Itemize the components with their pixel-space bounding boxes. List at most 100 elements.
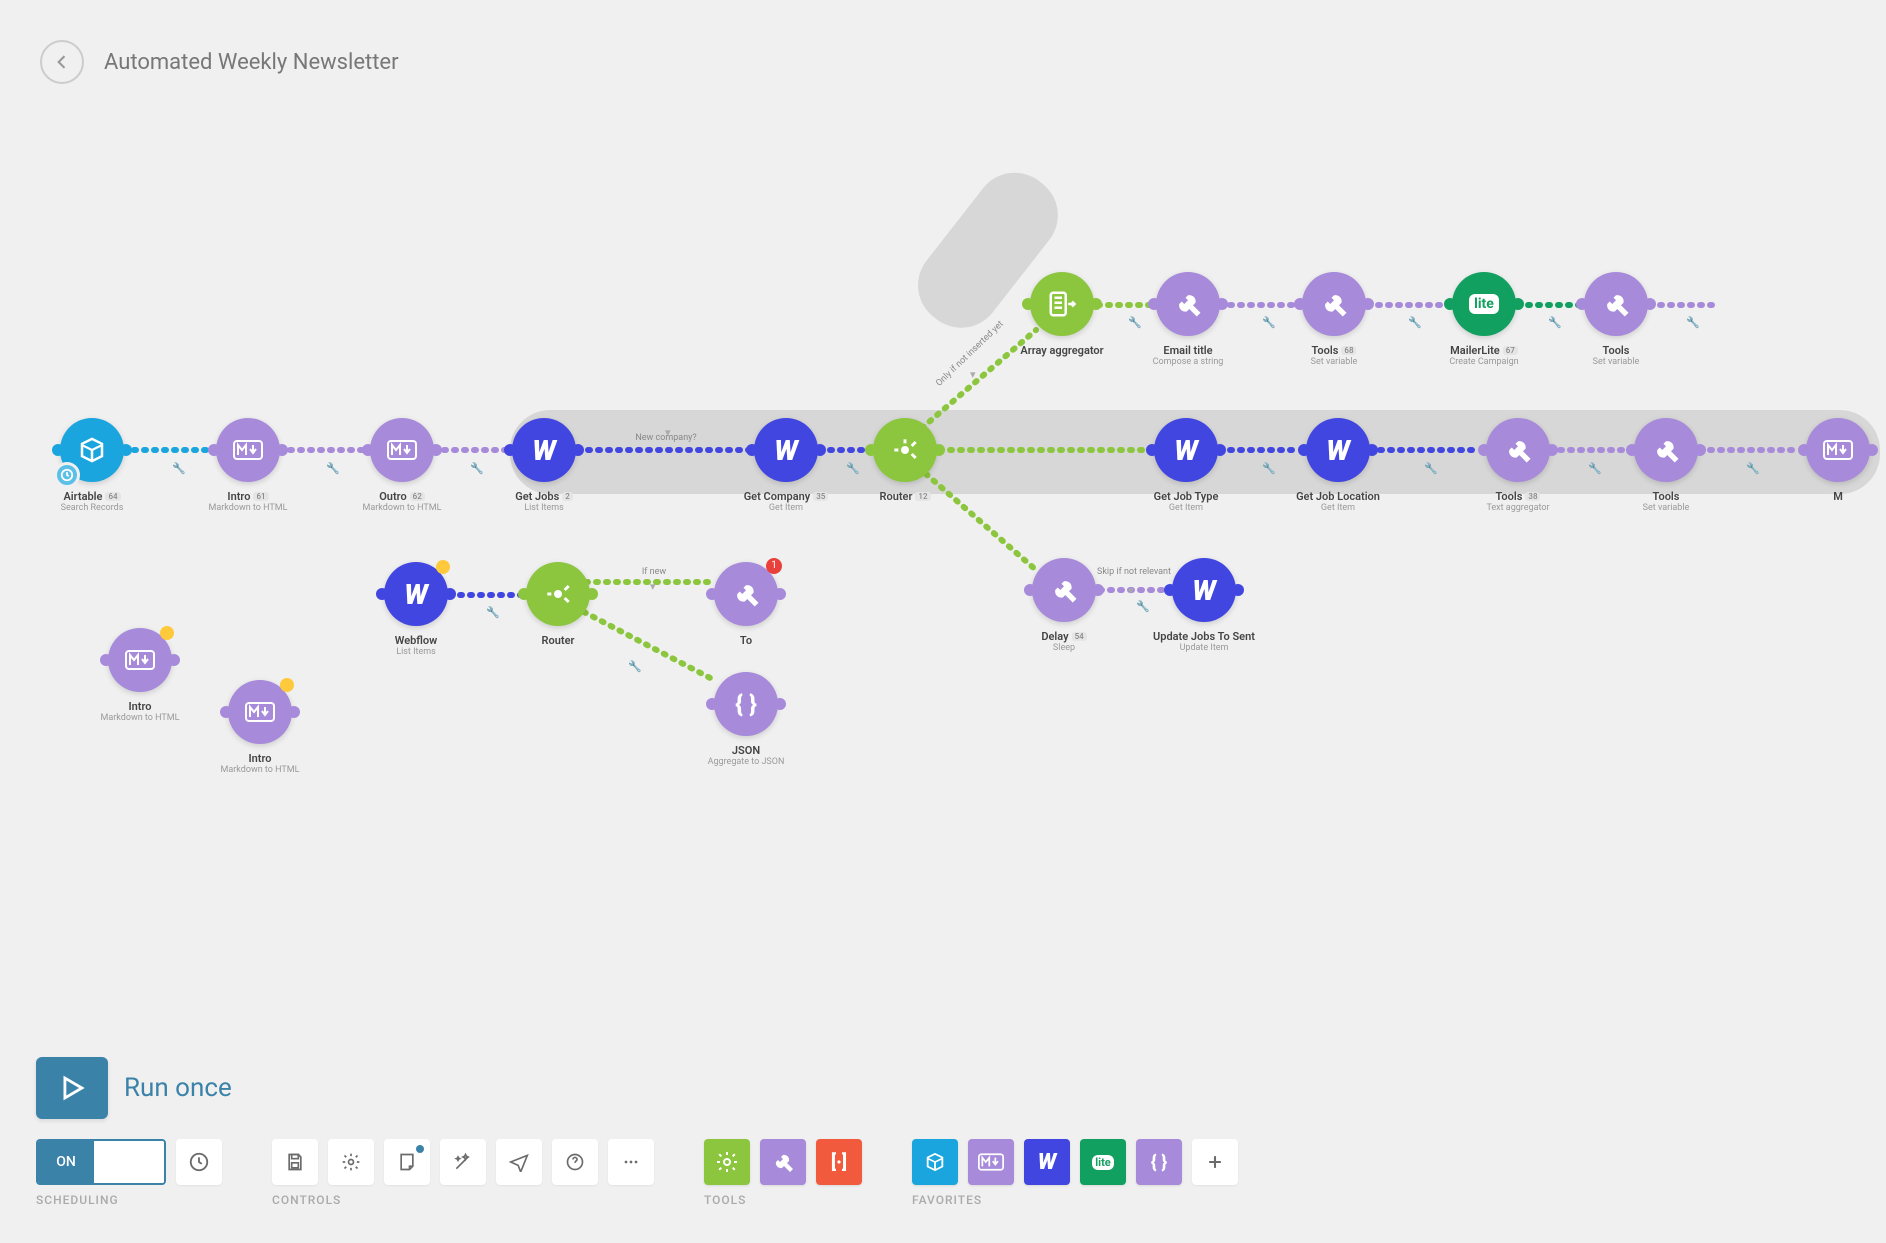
node-badge: 62: [410, 492, 425, 501]
node-sublabel: Set variable: [1643, 503, 1690, 513]
node-label: JSON: [732, 744, 760, 757]
tool-tools[interactable]: [760, 1139, 806, 1185]
node-tools-t2[interactable]: [1584, 272, 1648, 336]
add-favorite-button[interactable]: [1192, 1139, 1238, 1185]
run-once-label: Run once: [124, 1073, 232, 1103]
node-webflow-lower[interactable]: W: [384, 562, 448, 626]
favorite-markdown[interactable]: [968, 1139, 1014, 1185]
markdown-icon: [245, 702, 275, 722]
error-badge: 1: [766, 558, 782, 574]
cube-icon: [77, 435, 107, 465]
node-sublabel: List Items: [396, 647, 436, 657]
node-get-company[interactable]: W: [754, 418, 818, 482]
node-get-job-location[interactable]: W: [1306, 418, 1370, 482]
save-button[interactable]: [272, 1139, 318, 1185]
node-label: Array aggregator: [1020, 344, 1103, 357]
webflow-icon: W: [404, 578, 428, 611]
node-label: Tools: [1312, 344, 1339, 357]
node-sublabel: List Items: [524, 503, 564, 513]
clock-icon: [188, 1151, 210, 1173]
back-button[interactable]: [40, 40, 84, 84]
more-button[interactable]: [608, 1139, 654, 1185]
arrow-left-icon: [52, 52, 72, 72]
webflow-icon: W: [1038, 1150, 1057, 1175]
node-array-aggregator[interactable]: [1030, 272, 1094, 336]
node-label: Intro: [128, 700, 151, 713]
node-label: Get Jobs: [515, 490, 559, 503]
run-once-button[interactable]: [36, 1057, 108, 1119]
markdown-icon: [387, 440, 417, 460]
node-tools-right[interactable]: [1634, 418, 1698, 482]
node-label: Delay: [1041, 630, 1068, 643]
node-json[interactable]: { }: [714, 672, 778, 736]
node-label: Get Job Location: [1296, 490, 1380, 503]
favorite-mailerlite[interactable]: lite: [1080, 1139, 1126, 1185]
json-braces-icon: { }: [1151, 1152, 1167, 1173]
group-label: FAVORITES: [912, 1193, 1238, 1207]
node-label: MailerLite: [1450, 344, 1500, 357]
node-router-lower[interactable]: [526, 562, 590, 626]
tool-flow-control[interactable]: [704, 1139, 750, 1185]
markdown-icon: [125, 650, 155, 670]
node-label: Router: [879, 490, 912, 503]
node-label: M: [1833, 490, 1843, 503]
node-intro-orphan-2[interactable]: [228, 680, 292, 744]
favorite-airtable[interactable]: [912, 1139, 958, 1185]
scheduling-toggle[interactable]: ON: [36, 1139, 166, 1185]
node-tools-t1[interactable]: [1302, 272, 1366, 336]
help-button[interactable]: [552, 1139, 598, 1185]
tools-icon: [1173, 289, 1203, 319]
schedule-settings-button[interactable]: [176, 1139, 222, 1185]
notes-button[interactable]: [384, 1139, 430, 1185]
node-sublabel: Aggregate to JSON: [708, 757, 785, 767]
tools-icon: [731, 579, 761, 609]
clock-badge-icon: [54, 462, 80, 488]
node-sublabel: Set variable: [1311, 357, 1358, 367]
node-sublabel: Text aggregator: [1486, 503, 1549, 513]
node-airtable[interactable]: [60, 418, 124, 482]
node-label: Webflow: [395, 634, 438, 647]
cube-icon: [924, 1151, 946, 1173]
node-label: Intro: [227, 490, 250, 503]
node-m-right[interactable]: [1806, 418, 1870, 482]
settings-button[interactable]: [328, 1139, 374, 1185]
node-badge: 35: [813, 492, 828, 501]
node-label: Get Company: [744, 490, 811, 503]
tools-icon: [1319, 289, 1349, 319]
node-intro-md[interactable]: [216, 418, 280, 482]
node-badge: 64: [105, 492, 120, 501]
save-icon: [285, 1152, 305, 1172]
explain-flow-button[interactable]: [496, 1139, 542, 1185]
node-intro-orphan-1[interactable]: [108, 628, 172, 692]
node-tools-mid[interactable]: [1486, 418, 1550, 482]
node-router-main[interactable]: [873, 418, 937, 482]
node-sublabel: Create Campaign: [1449, 357, 1518, 367]
node-update-jobs[interactable]: W: [1172, 558, 1236, 622]
favorite-json[interactable]: { }: [1136, 1139, 1182, 1185]
node-sublabel: Compose a string: [1153, 357, 1224, 367]
mailerlite-icon: lite: [1469, 294, 1499, 314]
json-braces-icon: { }: [735, 690, 757, 718]
tool-text-parser[interactable]: [·]: [816, 1139, 862, 1185]
toggle-on-label: ON: [38, 1141, 94, 1183]
dots-icon: [621, 1152, 641, 1172]
node-get-jobs[interactable]: W: [512, 418, 576, 482]
node-label: Get Job Type: [1154, 490, 1219, 503]
node-mailerlite[interactable]: lite: [1452, 272, 1516, 336]
node-get-job-type[interactable]: W: [1154, 418, 1218, 482]
favorite-webflow[interactable]: W: [1024, 1139, 1070, 1185]
node-label: Tools: [1603, 344, 1630, 357]
auto-align-button[interactable]: [440, 1139, 486, 1185]
warning-badge-icon: [280, 678, 294, 692]
router-icon: [542, 578, 574, 610]
markdown-icon: [1823, 440, 1853, 460]
node-outro-md[interactable]: [370, 418, 434, 482]
node-email-title[interactable]: [1156, 272, 1220, 336]
node-delay[interactable]: [1032, 558, 1096, 622]
node-badge: 68: [1341, 346, 1356, 355]
node-tools-lower[interactable]: 1: [714, 562, 778, 626]
gear-icon: [715, 1150, 739, 1174]
node-sublabel: Get Item: [1169, 503, 1203, 513]
node-badge: 38: [1525, 492, 1540, 501]
mailerlite-icon: lite: [1092, 1155, 1114, 1170]
